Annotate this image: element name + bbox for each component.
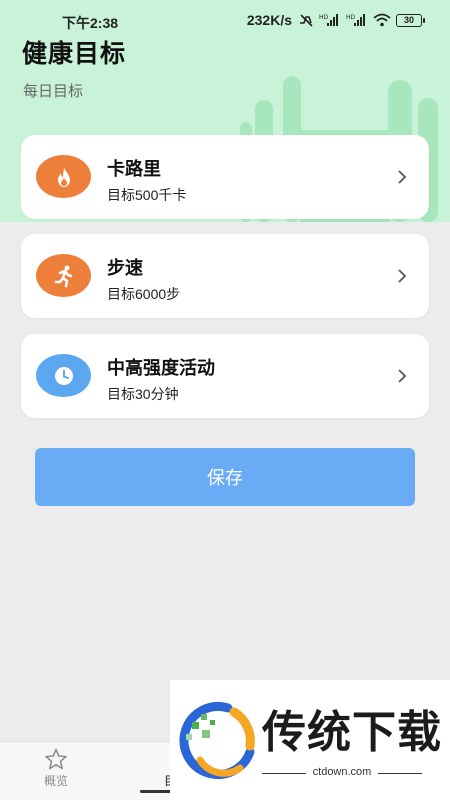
watermark: 传统下载 ctdown.com <box>170 680 450 800</box>
watermark-logo <box>179 702 255 779</box>
network-speed: 232K/s <box>246 12 292 28</box>
chevron-right-icon <box>398 269 407 283</box>
page-subtitle: 每日目标 <box>23 83 84 100</box>
chevron-right-icon <box>398 170 407 184</box>
fire-icon <box>36 155 91 198</box>
star-icon <box>45 748 67 770</box>
chevron-right-icon <box>398 369 407 383</box>
wifi-icon <box>373 13 391 27</box>
page-title: 健康目标 <box>22 40 127 68</box>
status-right: 232K/s HD HD 30 <box>246 12 425 28</box>
status-time: 下午2:38 <box>62 15 119 31</box>
battery-icon: 30 <box>396 13 425 27</box>
goal-title: 中高强度活动 <box>107 358 215 378</box>
goal-card-activity[interactable]: 中高强度活动 目标30分钟 <box>21 334 429 418</box>
save-button[interactable]: 保存 <box>35 448 415 506</box>
status-icons: HD HD 30 <box>298 13 425 27</box>
goal-card-steps[interactable]: 步速 目标6000步 <box>21 234 429 318</box>
running-icon <box>36 254 91 297</box>
mute-icon <box>300 14 313 27</box>
signal-hd-icon: HD <box>319 14 338 26</box>
svg-text:HD: HD <box>319 14 329 21</box>
tab-overview[interactable]: 概览 <box>26 748 86 789</box>
goal-target: 目标500千卡 <box>107 187 187 203</box>
goal-target: 目标6000步 <box>107 286 181 302</box>
svg-text:HD: HD <box>346 14 356 21</box>
signal-hd-icon-2: HD <box>346 14 365 26</box>
goal-card-calories[interactable]: 卡路里 目标500千卡 <box>21 135 429 219</box>
tab-label: 概览 <box>43 774 68 788</box>
watermark-url: ctdown.com <box>262 766 422 778</box>
watermark-brand: 传统下载 <box>262 707 442 758</box>
clock-icon <box>36 354 91 397</box>
goal-title: 卡路里 <box>107 159 161 179</box>
goal-title: 步速 <box>107 258 143 278</box>
goal-target: 目标30分钟 <box>107 386 179 402</box>
